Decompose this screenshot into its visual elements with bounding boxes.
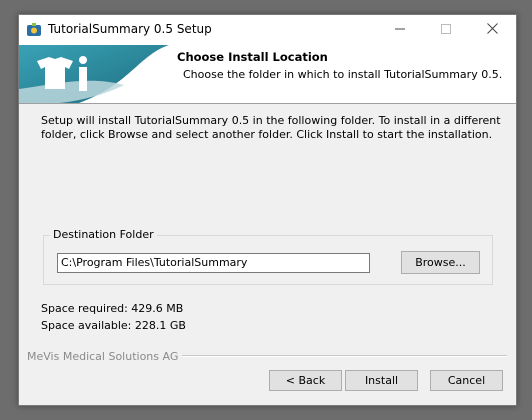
- space-required: Space required: 429.6 MB: [41, 302, 184, 315]
- browse-button[interactable]: Browse...: [401, 251, 480, 274]
- minimize-button[interactable]: [377, 15, 423, 45]
- page-title: Choose Install Location: [177, 50, 328, 64]
- footer-divider: MeVis Medical Solutions AG: [27, 350, 507, 363]
- app-icon: [26, 22, 42, 38]
- close-button[interactable]: [469, 15, 515, 45]
- window-title: TutorialSummary 0.5 Setup: [48, 22, 212, 36]
- logo-figure-icon: [19, 45, 169, 103]
- minimize-icon: [395, 24, 405, 37]
- intro-text: Setup will install TutorialSummary 0.5 i…: [41, 114, 501, 141]
- destination-folder-label: Destination Folder: [50, 228, 157, 241]
- maximize-button[interactable]: [423, 15, 469, 45]
- back-button[interactable]: < Back: [269, 370, 342, 391]
- cancel-button[interactable]: Cancel: [430, 370, 503, 391]
- page-subtitle: Choose the folder in which to install Tu…: [183, 68, 503, 81]
- destination-folder-group: Destination Folder Browse...: [43, 228, 493, 285]
- destination-path-input[interactable]: [57, 253, 370, 273]
- install-button[interactable]: Install: [345, 370, 418, 391]
- page-header: Choose Install Location Choose the folde…: [19, 45, 516, 104]
- space-available: Space available: 228.1 GB: [41, 319, 186, 332]
- close-icon: [486, 23, 498, 37]
- brand-label: MeVis Medical Solutions AG: [27, 350, 183, 363]
- title-bar[interactable]: TutorialSummary 0.5 Setup: [19, 15, 516, 45]
- maximize-icon: [441, 23, 451, 37]
- installer-window: TutorialSummary 0.5 Setup Choose Install…: [18, 14, 517, 406]
